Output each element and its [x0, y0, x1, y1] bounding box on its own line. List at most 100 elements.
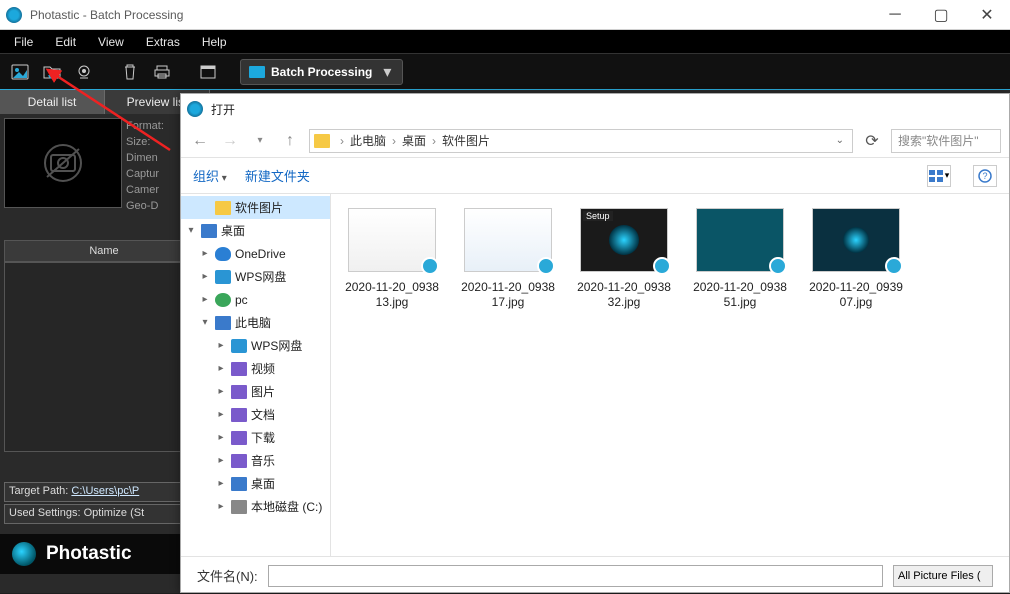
print-button[interactable] [148, 58, 176, 86]
chevron-down-icon[interactable]: ▾ [380, 62, 394, 82]
pc-icon [201, 224, 217, 238]
tree-item[interactable]: ▸图片 [181, 380, 330, 403]
app-icon [6, 7, 22, 23]
tree-item-label: 视频 [251, 360, 275, 377]
chevron-icon[interactable]: ▸ [215, 501, 227, 512]
open-image-button[interactable] [6, 58, 34, 86]
menu-extras[interactable]: Extras [138, 33, 188, 51]
file-filter-select[interactable]: All Picture Files ( [893, 565, 993, 587]
refresh-button[interactable]: ⟳ [861, 130, 883, 152]
tree-item-label: pc [235, 293, 248, 307]
tree-item[interactable]: ▸ OneDrive [181, 242, 330, 265]
nav-up-button[interactable]: ↑ [279, 130, 301, 152]
breadcrumb-sep: › [336, 134, 348, 148]
photastic-badge-icon [537, 257, 555, 275]
tree-item-label: 此电脑 [235, 314, 271, 331]
photastic-badge-icon [769, 257, 787, 275]
used-settings-row[interactable]: Used Settings: Optimize (St [4, 504, 209, 524]
breadcrumb-item[interactable]: 桌面 [402, 132, 426, 149]
batch-label: Batch Processing [271, 65, 372, 79]
file-grid[interactable]: 2020-11-20_093813.jpg2020-11-20_093817.j… [331, 194, 1009, 556]
breadcrumb[interactable]: › 此电脑 › 桌面 › 软件图片 ⌄ [309, 129, 853, 153]
chevron-icon[interactable]: ▾ [185, 225, 197, 236]
search-input[interactable]: 搜索"软件图片" [891, 129, 1001, 153]
chevron-icon[interactable]: ▸ [215, 432, 227, 443]
tree-item[interactable]: ▸音乐 [181, 449, 330, 472]
filename-input[interactable] [268, 565, 883, 587]
menu-file[interactable]: File [6, 33, 41, 51]
folder-icon [314, 134, 330, 148]
folder-tree[interactable]: 软件图片▾桌面▸OneDrive▸WPS网盘▸pc▾此电脑▸WPS网盘▸视频▸图… [181, 194, 331, 556]
webcam-button[interactable] [70, 58, 98, 86]
view-mode-button[interactable]: ▾ [927, 165, 951, 187]
tree-item[interactable]: ▸文档 [181, 403, 330, 426]
window-button[interactable] [194, 58, 222, 86]
breadcrumb-dropdown[interactable]: ⌄ [832, 135, 848, 146]
file-item[interactable]: 2020-11-20_093907.jpg [809, 208, 903, 310]
file-thumbnail [348, 208, 436, 272]
tree-item[interactable]: 软件图片 [181, 196, 330, 219]
used-settings-value: Optimize (St [84, 507, 145, 519]
trash-button[interactable] [116, 58, 144, 86]
file-item[interactable]: 2020-11-20_093813.jpg [345, 208, 439, 310]
help-button[interactable]: ? [973, 165, 997, 187]
tree-item[interactable]: ▸ 视频 [181, 357, 330, 380]
new-folder-button[interactable]: 新建文件夹 [245, 166, 310, 185]
tree-item[interactable]: ▸ pc [181, 288, 330, 311]
chevron-icon[interactable]: ▸ [215, 409, 227, 420]
chevron-icon[interactable]: ▾ [199, 317, 211, 328]
tree-item[interactable]: ▾桌面 [181, 219, 330, 242]
breadcrumb-item[interactable]: 此电脑 [350, 132, 386, 149]
chevron-icon[interactable]: ▸ [215, 478, 227, 489]
organize-menu[interactable]: 组织 [193, 166, 227, 185]
breadcrumb-sep: › [428, 134, 440, 148]
no-image-icon [33, 139, 93, 187]
file-thumbnail [696, 208, 784, 272]
brand-footer: Photastic [0, 534, 210, 574]
dialog-titlebar: 打开 [181, 94, 1009, 124]
tree-item-label: WPS网盘 [235, 268, 286, 285]
chevron-icon[interactable]: ▸ [215, 455, 227, 466]
menu-edit[interactable]: Edit [47, 33, 84, 51]
filter-text: All Picture Files ( [898, 570, 981, 582]
file-thumbnail: Setup [580, 208, 668, 272]
tree-item[interactable]: ▸ WPS网盘 [181, 265, 330, 288]
nav-back-button[interactable]: ← [189, 130, 211, 152]
breadcrumb-item[interactable]: 软件图片 [442, 132, 490, 149]
tree-item[interactable]: ▸ 本地磁盘 (C:) [181, 495, 330, 518]
brand-icon [12, 542, 36, 566]
chevron-icon[interactable]: ▸ [215, 340, 227, 351]
chevron-icon[interactable]: ▸ [215, 363, 227, 374]
nav-history-button[interactable]: ▾ [249, 130, 271, 152]
chevron-icon[interactable]: ▸ [199, 248, 211, 259]
menu-view[interactable]: View [90, 33, 132, 51]
target-path-value[interactable]: C:\Users\pc\P [71, 485, 139, 497]
menu-help[interactable]: Help [194, 33, 235, 51]
file-item[interactable]: Setup2020-11-20_093832.jpg [577, 208, 671, 310]
close-button[interactable]: ✕ [964, 0, 1010, 30]
batch-processing-chip[interactable]: Batch Processing ▾ [240, 59, 403, 85]
tree-item-label: OneDrive [235, 247, 286, 261]
name-column-header[interactable]: Name [4, 240, 204, 262]
tree-item[interactable]: ▸桌面 [181, 472, 330, 495]
chevron-icon[interactable]: ▸ [215, 386, 227, 397]
tree-item[interactable]: ▾ 此电脑 [181, 311, 330, 334]
wps-icon [231, 339, 247, 353]
tab-detail-list[interactable]: Detail list [0, 90, 105, 114]
toolbar: Batch Processing ▾ [0, 54, 1010, 90]
target-path-row[interactable]: Target Path: C:\Users\pc\P [4, 482, 209, 502]
name-list [4, 262, 204, 452]
tree-item-label: 本地磁盘 (C:) [251, 498, 322, 515]
nav-forward-button[interactable]: → [219, 130, 241, 152]
maximize-button[interactable]: ▢ [918, 0, 964, 30]
dialog-nav: ← → ▾ ↑ › 此电脑 › 桌面 › 软件图片 ⌄ ⟳ 搜索"软件图片" [181, 124, 1009, 158]
tree-item[interactable]: ▸下载 [181, 426, 330, 449]
file-item[interactable]: 2020-11-20_093851.jpg [693, 208, 787, 310]
chevron-icon[interactable]: ▸ [199, 294, 211, 305]
file-item[interactable]: 2020-11-20_093817.jpg [461, 208, 555, 310]
tree-item[interactable]: ▸WPS网盘 [181, 334, 330, 357]
open-folder-button[interactable] [38, 58, 66, 86]
target-path-label: Target Path: [9, 485, 68, 497]
chevron-icon[interactable]: ▸ [199, 271, 211, 282]
minimize-button[interactable]: ─ [872, 0, 918, 30]
